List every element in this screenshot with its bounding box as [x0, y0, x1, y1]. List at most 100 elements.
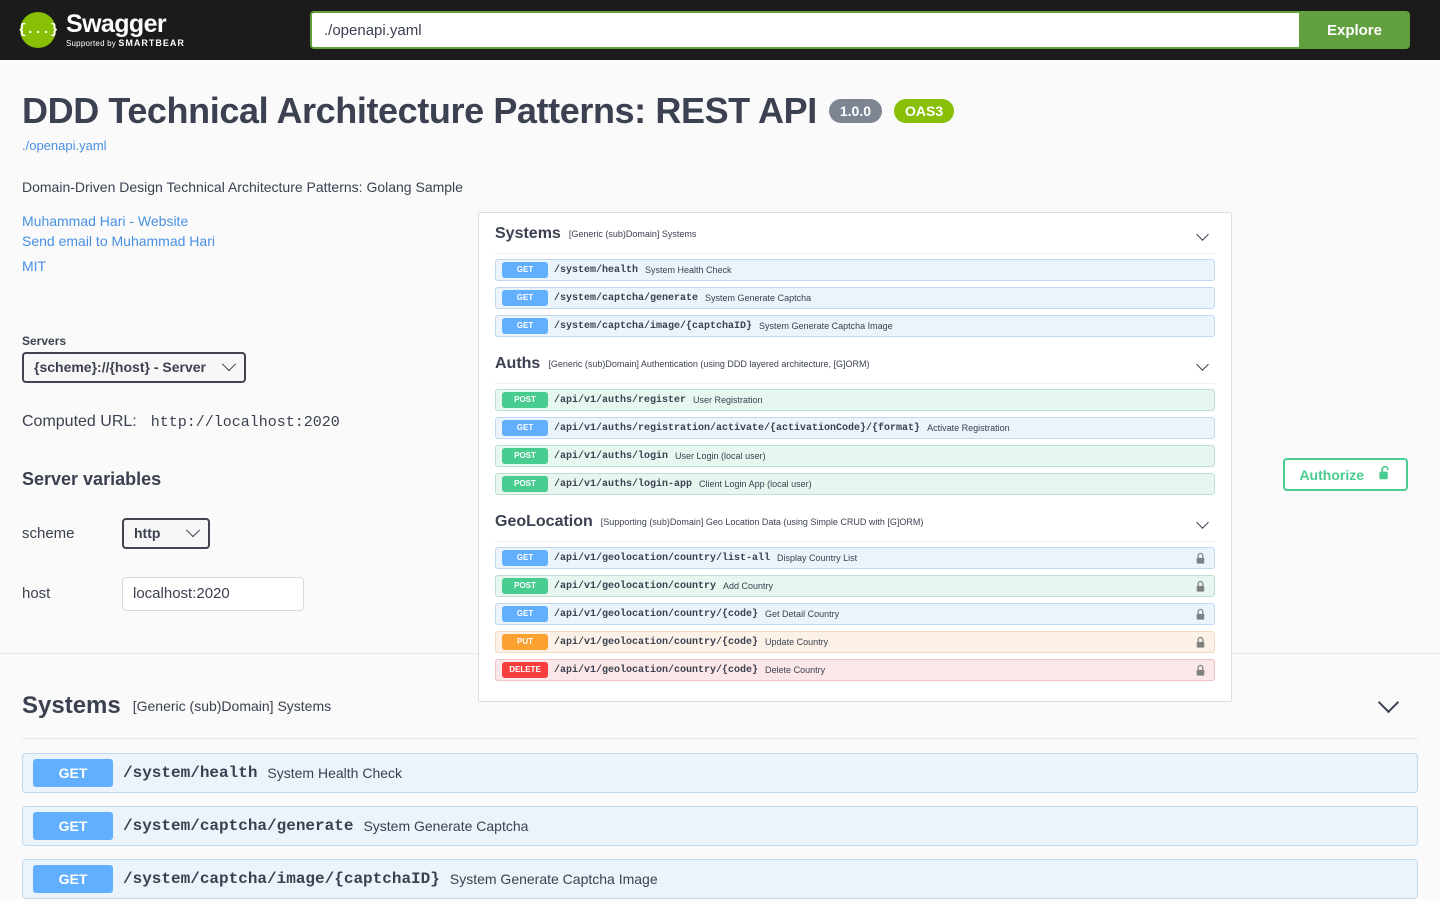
operation-row[interactable]: GET/api/v1/geolocation/country/{code} Get…: [495, 603, 1215, 625]
tag-rule: [495, 253, 1215, 254]
operation-path: /system/health: [123, 763, 258, 782]
topbar: {...} Swagger Supported by SMARTBEAR Exp…: [0, 0, 1440, 60]
overview-tag-header-auths[interactable]: Auths [Generic (sub)Domain] Authenticatio…: [479, 343, 1231, 383]
http-method-badge: POST: [502, 392, 548, 408]
operation-row[interactable]: POST/api/v1/geolocation/country Add Count…: [495, 575, 1215, 597]
computed-url-value: http://localhost:2020: [150, 413, 340, 431]
http-method-badge: GET: [502, 606, 548, 622]
server-select[interactable]: {scheme}://{host} - Server: [22, 351, 246, 383]
operation-row[interactable]: GET/api/v1/geolocation/country/list-all D…: [495, 547, 1215, 569]
operation-row[interactable]: POST/api/v1/auths/register User Registrat…: [495, 389, 1215, 411]
operation-path: /api/v1/geolocation/country/{code}: [554, 608, 759, 620]
information-container: DDD Technical Architecture Patterns: RES…: [0, 60, 1440, 702]
tag-name: Systems: [495, 225, 561, 242]
spec-url-input[interactable]: [310, 11, 1299, 49]
operation-summary: Get Detail Country: [765, 609, 840, 619]
operation-row[interactable]: POST/api/v1/auths/login-app Client Login …: [495, 473, 1215, 495]
operation-row[interactable]: GET/system/captcha/generate System Genera…: [495, 287, 1215, 309]
operation-summary: System Generate Captcha: [363, 817, 529, 834]
spec-url-link[interactable]: ./openapi.yaml: [22, 138, 1418, 153]
operation-path: /api/v1/geolocation/country: [554, 580, 717, 592]
title-row: DDD Technical Architecture Patterns: RES…: [22, 90, 1418, 132]
overview-tag-header-systems[interactable]: Systems [Generic (sub)Domain] Systems: [479, 213, 1231, 253]
http-method-badge: POST: [502, 448, 548, 464]
http-method-badge: POST: [502, 476, 548, 492]
server-select-value: {scheme}://{host} - Server: [34, 359, 206, 376]
swagger-logo[interactable]: {...} Swagger Supported by SMARTBEAR: [18, 12, 300, 48]
logo-mark-text: {...}: [18, 22, 58, 38]
tag-name: GeoLocation: [495, 513, 593, 530]
tag-name: Systems: [22, 691, 121, 719]
lock-icon[interactable]: [1195, 636, 1206, 649]
operation-path: /system/captcha/generate: [123, 816, 354, 835]
operation-path: /api/v1/auths/register: [554, 394, 687, 406]
server-variable-label: host: [22, 585, 51, 603]
operation-path: /api/v1/geolocation/country/{code}: [554, 636, 759, 648]
chevron-down-icon: [221, 357, 237, 372]
logo-supported-by: Supported by SMARTBEAR: [66, 38, 185, 48]
scheme-select-value: http: [134, 525, 161, 542]
chevron-down-icon[interactable]: [1196, 357, 1209, 371]
http-method-badge: GET: [502, 550, 548, 566]
logo-text: Swagger Supported by SMARTBEAR: [66, 12, 185, 48]
operation-summary: System Health Check: [645, 265, 732, 275]
http-method-badge: GET: [502, 262, 548, 278]
operation-summary: User Registration: [693, 395, 763, 405]
operation-summary: System Health Check: [267, 764, 403, 781]
operation-row[interactable]: DELETE/api/v1/geolocation/country/{code}…: [495, 659, 1215, 681]
operation-summary: Client Login App (local user): [699, 479, 812, 489]
computed-url-label: Computed URL:: [22, 412, 137, 430]
operation-row[interactable]: GET/system/captcha/image/{captchaID} Syst…: [22, 858, 1418, 899]
operation-row[interactable]: GET/system/captcha/image/{captchaID} Syst…: [495, 315, 1215, 337]
http-method-badge: GET: [502, 318, 548, 334]
http-method-badge: GET: [33, 758, 113, 787]
lock-icon[interactable]: [1195, 580, 1206, 593]
operation-path: /api/v1/auths/login: [554, 450, 669, 462]
http-method-badge: POST: [502, 578, 548, 594]
page-title: DDD Technical Architecture Patterns: RES…: [22, 90, 817, 131]
http-method-badge: GET: [33, 811, 113, 840]
operation-row[interactable]: GET/system/captcha/generate System Genera…: [22, 805, 1418, 846]
explore-button[interactable]: Explore: [1298, 11, 1410, 49]
lock-icon[interactable]: [1195, 664, 1206, 677]
operation-row[interactable]: POST/api/v1/auths/login User Login (local…: [495, 445, 1215, 467]
tag-rule: [495, 541, 1215, 542]
operation-path: /api/v1/auths/login-app: [554, 478, 693, 490]
swagger-braces-icon: {...}: [18, 12, 58, 48]
lock-icon[interactable]: [1195, 608, 1206, 621]
authorize-label: Authorize: [1299, 466, 1364, 483]
http-method-badge: GET: [502, 420, 548, 436]
scheme-select[interactable]: http: [122, 517, 210, 549]
operation-path: /system/captcha/generate: [554, 292, 699, 304]
operation-path: /api/v1/auths/registration/activate/{act…: [554, 422, 921, 434]
tag-rule: [495, 383, 1215, 384]
operation-summary: Update Country: [765, 637, 829, 647]
operation-path: /api/v1/geolocation/country/{code}: [554, 664, 759, 676]
host-input[interactable]: [122, 576, 304, 611]
operation-path: /system/captcha/image/{captchaID}: [554, 320, 753, 332]
http-method-badge: DELETE: [502, 662, 548, 678]
tag-description: [Supporting (sub)Domain] Geo Location Da…: [600, 517, 924, 527]
tag-rule: [22, 737, 1418, 739]
operation-summary: System Generate Captcha Image: [449, 870, 658, 887]
chevron-down-icon[interactable]: [1196, 515, 1209, 529]
chevron-down-icon[interactable]: [1196, 227, 1209, 241]
authorize-button[interactable]: Authorize: [1283, 458, 1408, 491]
operation-row[interactable]: GET/api/v1/auths/registration/activate/{…: [495, 417, 1215, 439]
operation-path: /api/v1/geolocation/country/list-all: [554, 552, 771, 564]
overview-tag-header-geolocation[interactable]: GeoLocation [Supporting (sub)Domain] Geo …: [479, 501, 1231, 541]
operation-row[interactable]: GET/system/health System Health Check: [495, 259, 1215, 281]
operation-row[interactable]: PUT/api/v1/geolocation/country/{code} Upd…: [495, 631, 1215, 653]
operation-path: /system/captcha/image/{captchaID}: [123, 869, 440, 888]
api-description: Domain-Driven Design Technical Architect…: [22, 179, 463, 195]
version-badge: 1.0.0: [828, 98, 882, 124]
logo-title: Swagger: [66, 10, 167, 38]
oas-badge: OAS3: [894, 98, 955, 124]
chevron-down-icon[interactable]: [1377, 692, 1400, 714]
lock-icon[interactable]: [1195, 552, 1206, 565]
operation-summary: System Generate Captcha Image: [759, 321, 893, 331]
operation-row[interactable]: GET/system/health System Health Check: [22, 752, 1418, 793]
operation-path: /system/health: [554, 264, 639, 276]
server-variable-label: scheme: [22, 524, 75, 542]
chevron-down-icon: [185, 523, 201, 538]
